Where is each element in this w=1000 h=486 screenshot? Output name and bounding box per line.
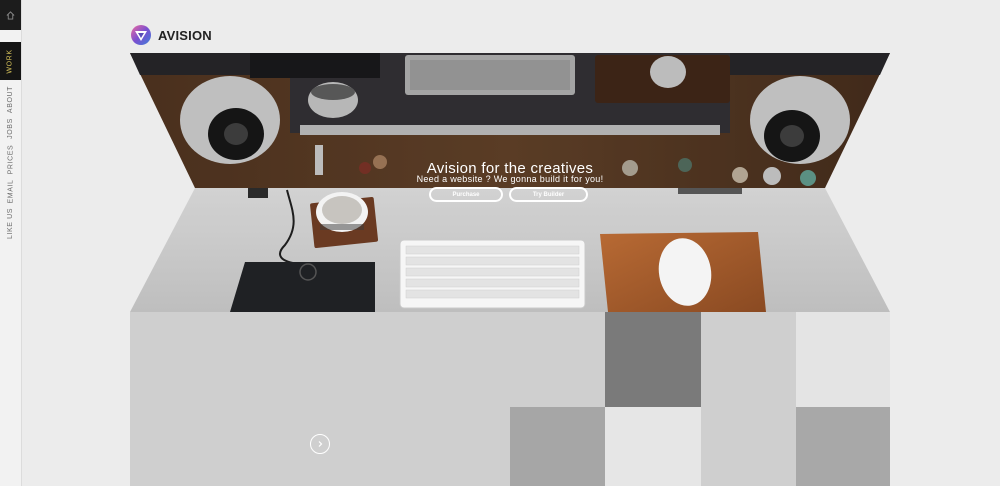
nav-item-label: PRICES xyxy=(7,144,15,174)
try-builder-button[interactable]: Try Builder xyxy=(509,187,588,202)
hero-subtitle: Need a website ? We gonna build it for y… xyxy=(416,174,604,184)
nav-item-jobs[interactable]: JOBS xyxy=(0,116,21,140)
nav-item-label: JOBS xyxy=(7,117,14,139)
next-slide-button[interactable] xyxy=(310,434,330,454)
work-tile[interactable] xyxy=(796,407,890,486)
work-tile[interactable] xyxy=(130,312,510,486)
chevron-right-icon xyxy=(318,441,323,447)
work-tile[interactable] xyxy=(605,407,701,486)
home-button[interactable] xyxy=(0,0,21,30)
hero-title: Avision for the creatives xyxy=(426,160,594,177)
nav-item-like-us[interactable]: LIKE US xyxy=(0,206,21,240)
work-tile[interactable] xyxy=(701,407,796,486)
work-tile[interactable] xyxy=(510,312,605,407)
nav-item-label: WORK xyxy=(7,48,14,74)
work-tile[interactable] xyxy=(510,407,605,486)
nav-item-label: EMAIL xyxy=(7,178,15,204)
work-tile[interactable] xyxy=(605,312,701,407)
nav-item-about[interactable]: ABOUT xyxy=(0,84,21,114)
nav-item-email[interactable]: EMAIL xyxy=(0,177,21,205)
brand-name: AVISION xyxy=(158,27,212,43)
brand-logo[interactable]: AVISION xyxy=(130,23,212,47)
avision-logo-icon xyxy=(131,25,151,45)
nav-item-label: ABOUT xyxy=(7,85,14,113)
purchase-button[interactable]: Purchase xyxy=(429,187,503,202)
sidebar-nav: WORK ABOUT JOBS PRICES EMAIL LIKE US xyxy=(0,0,22,486)
home-icon xyxy=(6,10,15,20)
nav-item-prices[interactable]: PRICES xyxy=(0,143,21,175)
nav-item-label: LIKE US xyxy=(7,207,15,239)
work-tile[interactable] xyxy=(701,312,796,407)
nav-item-work[interactable]: WORK xyxy=(0,42,21,80)
work-tile[interactable] xyxy=(796,312,890,407)
